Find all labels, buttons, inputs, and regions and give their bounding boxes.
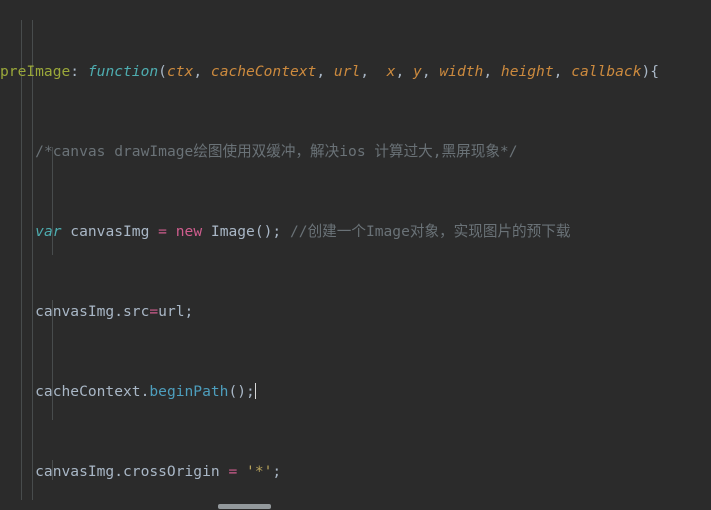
- code-line-2[interactable]: /*canvas drawImage绘图使用双缓冲，解决ios 计算过大,黑屏现…: [0, 142, 659, 162]
- code-editor-surface[interactable]: preImage: function(ctx, cacheContext, ur…: [0, 0, 711, 510]
- text-caret: [254, 383, 256, 399]
- code-line-3[interactable]: var canvasImg = new Image(); //创建一个Image…: [0, 222, 659, 242]
- code-line-6[interactable]: canvasImg.crossOrigin = '*';: [0, 462, 659, 482]
- code-text-block[interactable]: preImage: function(ctx, cacheContext, ur…: [0, 0, 659, 510]
- code-line-4[interactable]: canvasImg.src=url;: [0, 302, 659, 322]
- code-line-5-caret[interactable]: cacheContext.beginPath();: [0, 382, 659, 402]
- horizontal-scrollbar-track[interactable]: [0, 500, 711, 510]
- horizontal-scrollbar-thumb[interactable]: [218, 504, 271, 509]
- code-line-1[interactable]: preImage: function(ctx, cacheContext, ur…: [0, 62, 659, 82]
